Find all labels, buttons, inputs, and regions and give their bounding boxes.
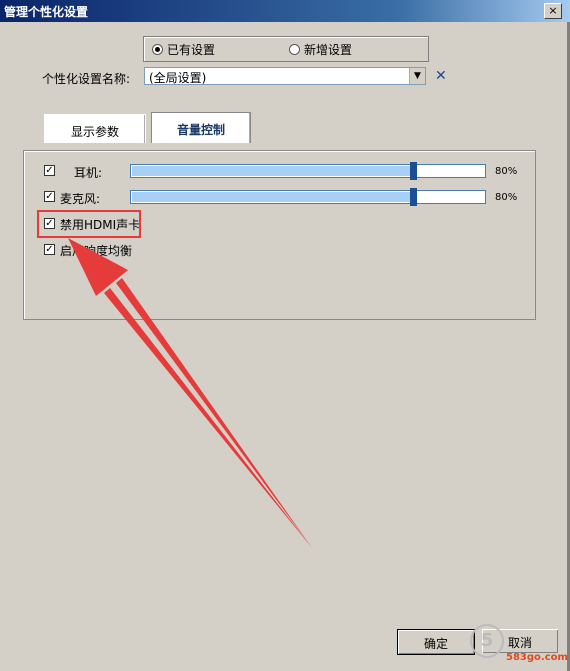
- annotation-arrow: [68, 238, 312, 548]
- ok-label: 确定: [423, 637, 448, 651]
- ok-button[interactable]: 确定: [397, 629, 475, 655]
- watermark-site: 583go.com: [506, 652, 568, 663]
- watermark: 5 583go.com: [470, 622, 568, 668]
- watermark-logo: 5: [470, 624, 504, 658]
